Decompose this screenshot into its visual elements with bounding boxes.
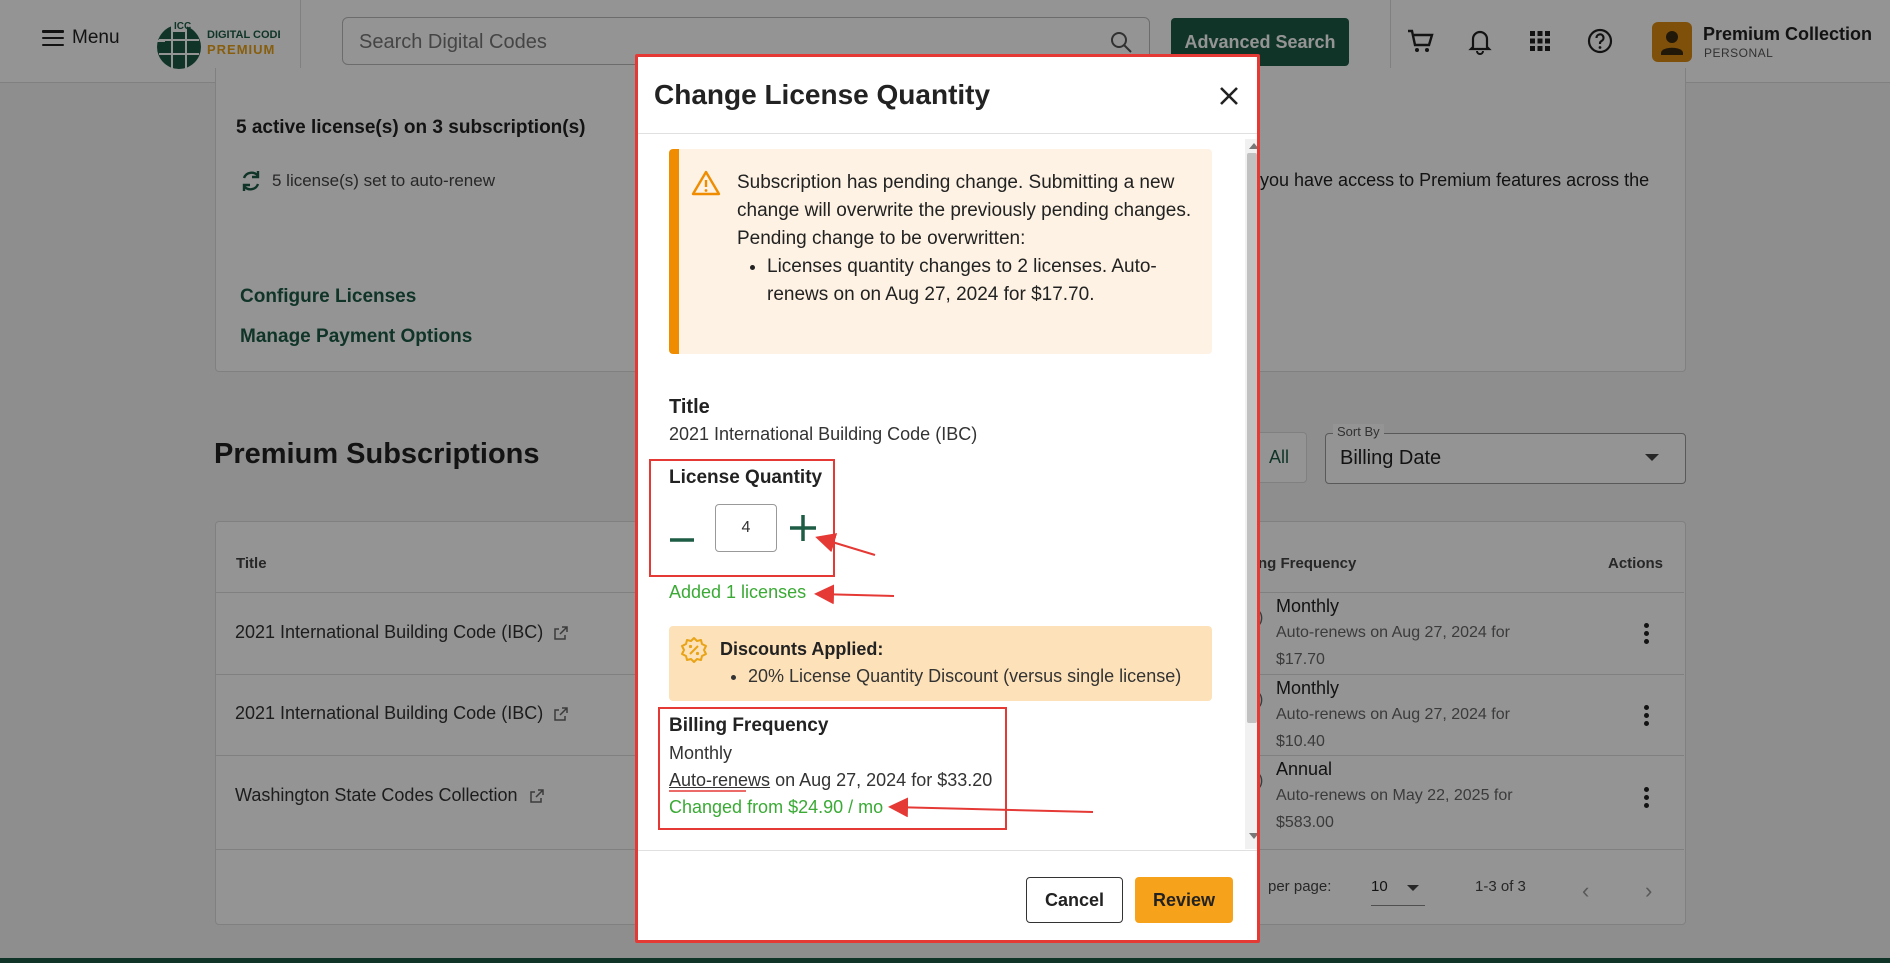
- warning-icon: [691, 170, 721, 196]
- pending-change-warning: Subscription has pending change. Submitt…: [669, 149, 1212, 354]
- dialog-divider: [638, 133, 1257, 134]
- discounts-applied-box: Discounts Applied: 20% License Quantity …: [669, 626, 1212, 701]
- highlight-billing-frequency: [658, 707, 1007, 830]
- dialog-divider: [638, 850, 1257, 851]
- review-button[interactable]: Review: [1135, 877, 1233, 923]
- change-license-quantity-dialog: Change License Quantity Subscription has…: [635, 54, 1260, 943]
- discounts-list: 20% License Quantity Discount (versus si…: [720, 666, 1181, 687]
- warning-line2: Pending change to be overwritten:: [737, 228, 1026, 249]
- scroll-down-icon[interactable]: [1249, 833, 1257, 839]
- list-item: Licenses quantity changes to 2 licenses.…: [767, 253, 1197, 309]
- warning-line1: Subscription has pending change. Submitt…: [737, 172, 1192, 221]
- discounts-title: Discounts Applied:: [720, 639, 884, 659]
- dialog-title: Change License Quantity: [654, 79, 991, 110]
- highlight-license-quantity: [649, 459, 835, 577]
- discount-badge-icon: [681, 637, 707, 663]
- cancel-button[interactable]: Cancel: [1026, 877, 1123, 923]
- warning-text: Subscription has pending change. Submitt…: [737, 169, 1197, 309]
- scrollbar-thumb[interactable]: [1247, 153, 1257, 723]
- close-icon[interactable]: [1216, 83, 1242, 109]
- pending-change-list: Licenses quantity changes to 2 licenses.…: [737, 253, 1197, 309]
- scroll-up-icon[interactable]: [1249, 143, 1257, 149]
- added-licenses-note: Added 1 licenses: [669, 582, 807, 602]
- title-label: Title: [669, 396, 710, 418]
- list-item: 20% License Quantity Discount (versus si…: [748, 666, 1181, 687]
- annotation-arrow: [814, 584, 895, 605]
- title-value: 2021 International Building Code (IBC): [669, 424, 978, 444]
